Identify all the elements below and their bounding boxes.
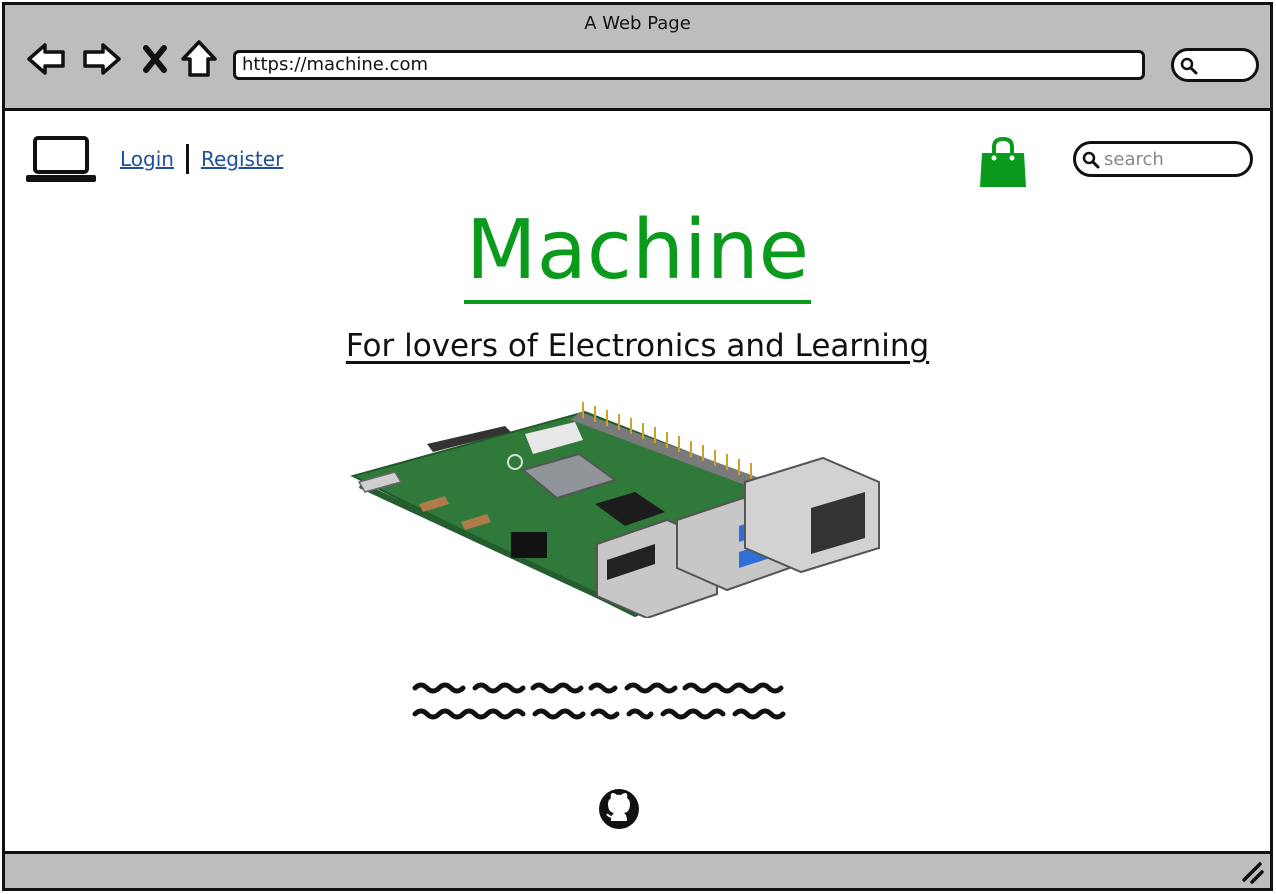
browser-statusbar	[5, 851, 1270, 888]
close-icon	[143, 45, 167, 73]
register-link[interactable]: Register	[201, 147, 283, 171]
browser-titlebar: A Web Page https://machine.com	[5, 5, 1270, 111]
page-title-text[interactable]: Machine	[463, 203, 812, 304]
forward-button[interactable]	[79, 37, 123, 81]
address-bar[interactable]: https://machine.com	[233, 50, 1145, 80]
home-icon	[181, 40, 217, 77]
home-button[interactable]	[177, 37, 221, 81]
raspberry-pi-board-image	[350, 402, 880, 618]
browser-window: A Web Page https://machine.com Login Reg…	[2, 2, 1273, 891]
laptop-icon[interactable]	[25, 134, 97, 186]
page-title[interactable]: Machine	[5, 203, 1270, 304]
placeholder-text-scribble	[412, 682, 786, 720]
github-icon[interactable]	[597, 787, 641, 831]
resize-grip-icon[interactable]	[1240, 860, 1264, 884]
stop-button[interactable]	[133, 37, 177, 81]
auth-separator	[185, 144, 189, 174]
forward-arrow-icon	[83, 43, 121, 75]
page-tagline-text: For lovers of Electronics and Learning	[345, 328, 930, 364]
window-title: A Web Page	[584, 13, 691, 34]
site-search-box[interactable]	[1073, 141, 1253, 177]
auth-links: Login Register	[120, 144, 283, 174]
search-icon	[1180, 57, 1198, 75]
login-link[interactable]: Login	[120, 147, 174, 171]
page-content: Login Register Machine For lovers of Ele…	[5, 114, 1270, 854]
back-arrow-icon	[27, 43, 65, 75]
shopping-bag-icon[interactable]	[977, 136, 1029, 188]
page-tagline: For lovers of Electronics and Learning	[5, 328, 1270, 364]
back-button[interactable]	[25, 37, 69, 81]
search-icon	[1082, 151, 1100, 169]
browser-search-box[interactable]	[1171, 48, 1259, 82]
search-input[interactable]	[1104, 146, 1244, 172]
